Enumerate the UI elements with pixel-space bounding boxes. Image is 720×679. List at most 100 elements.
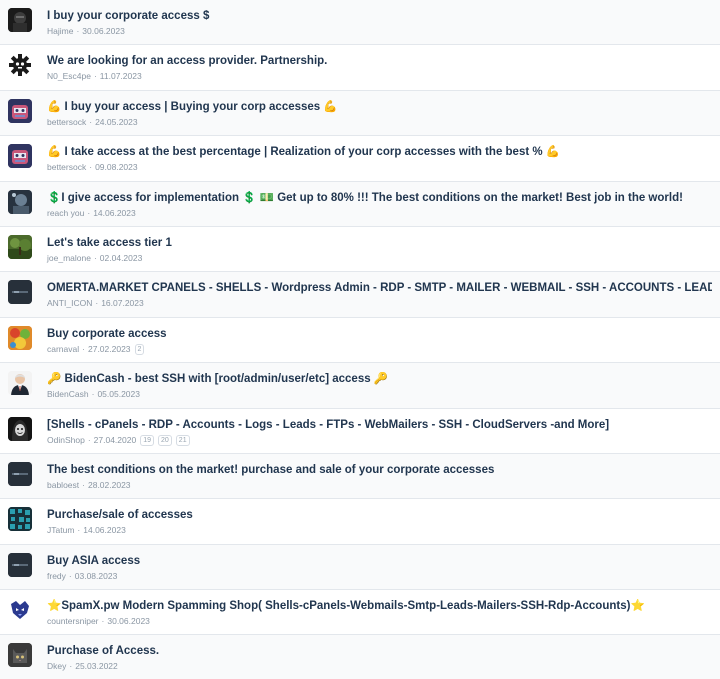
- thread-author-link[interactable]: Dkey: [47, 661, 66, 672]
- thread-title-link[interactable]: The best conditions on the market! purch…: [47, 463, 712, 477]
- thread-row[interactable]: 💪 I buy your access | Buying your corp a…: [0, 90, 720, 137]
- thread-content: Purchase/sale of accesses JTatum · 14.06.20…: [47, 508, 712, 536]
- thread-row[interactable]: 🔑 BidenCash - best SSH with [root/admin/…: [0, 363, 720, 409]
- thread-meta: ANTI_ICON · 16.07.2023: [47, 298, 712, 309]
- thread-content: 🔑 BidenCash - best SSH with [root/admin/…: [47, 372, 712, 400]
- thread-meta: JTatum · 14.06.2023: [47, 525, 712, 536]
- thread-author-link[interactable]: joe_malone: [47, 253, 91, 264]
- thread-title-link[interactable]: 💲I give access for implementation 💲 💵 Ge…: [47, 191, 712, 205]
- thread-row[interactable]: I buy your corporate access $ Hajime · 30.0…: [0, 0, 720, 46]
- thread-author-link[interactable]: ANTI_ICON: [47, 298, 92, 309]
- hooded-mask-avatar-icon[interactable]: [8, 416, 32, 441]
- thread-title-link[interactable]: Buy corporate access: [47, 327, 712, 341]
- thread-date: 27.02.2023: [87, 343, 131, 354]
- thread-author-link[interactable]: OdinShop: [47, 435, 85, 446]
- thread-title-link[interactable]: Let's take access tier 1: [47, 236, 712, 250]
- thread-author-link[interactable]: bettersock: [47, 162, 86, 173]
- thread-meta: Dkey · 25.03.2022: [47, 661, 712, 672]
- cat-avatar-icon[interactable]: [8, 643, 32, 668]
- forest-avatar-icon[interactable]: [8, 234, 32, 259]
- thread-row[interactable]: We are looking for an access provider. P…: [0, 45, 720, 91]
- thread-row[interactable]: [Shells - cPanels - RDP - Accounts - Log…: [0, 408, 720, 454]
- thread-author-link[interactable]: Hajime: [47, 26, 73, 37]
- dark-logo-avatar-icon[interactable]: [8, 280, 32, 305]
- gear-skull-avatar-icon[interactable]: [8, 53, 32, 78]
- meta-separator: ·: [69, 661, 73, 672]
- thread-date: 24.05.2023: [95, 116, 138, 127]
- colorful-avatar-icon[interactable]: [8, 325, 32, 350]
- thread-content: 💲I give access for implementation 💲 💵 Ge…: [47, 191, 712, 219]
- teal-pattern-avatar-icon[interactable]: [8, 507, 32, 532]
- thread-author-link[interactable]: fredy: [47, 571, 66, 582]
- thread-list: I buy your corporate access $ Hajime · 30.0…: [0, 0, 720, 679]
- thread-title-link[interactable]: ⭐SpamX.pw Modern Spamming Shop( Shells-c…: [47, 599, 712, 613]
- thread-content: The best conditions on the market! purch…: [47, 463, 712, 491]
- thread-meta: babloest · 28.02.2023: [47, 480, 712, 491]
- thread-row[interactable]: Purchase of Access. Dkey · 25.03.2022: [0, 635, 720, 679]
- thread-row[interactable]: 💲I give access for implementation 💲 💵 Ge…: [0, 181, 720, 227]
- suit-man-avatar-icon[interactable]: [8, 371, 32, 396]
- meta-separator: ·: [93, 71, 97, 82]
- meta-separator: ·: [87, 434, 91, 445]
- thread-meta: OdinShop · 27.04.2020 19 20 21: [47, 434, 712, 446]
- thread-title-link[interactable]: Buy ASIA access: [47, 554, 712, 568]
- thread-meta: countersniper · 30.06.2023: [47, 616, 712, 627]
- thread-content: OMERTA.MARKET CPANELS - SHELLS - Wordpre…: [47, 281, 712, 309]
- thread-content: Buy corporate access carnaval · 27.02.2023 2: [47, 327, 712, 355]
- meta-separator: ·: [68, 570, 72, 581]
- thread-author-link[interactable]: babloest: [47, 480, 79, 491]
- thread-author-link[interactable]: bettersock: [47, 117, 86, 128]
- thread-title-link[interactable]: I buy your corporate access $: [47, 9, 712, 23]
- thread-title-link[interactable]: We are looking for an access provider. P…: [47, 54, 712, 68]
- thread-row[interactable]: The best conditions on the market! purch…: [0, 453, 720, 500]
- page-number-link[interactable]: 21: [175, 434, 190, 446]
- dark-gamer-avatar-icon[interactable]: [8, 8, 32, 32]
- thread-row[interactable]: Purchase/sale of accesses JTatum · 14.06.20…: [0, 499, 720, 545]
- dark-logo-avatar-icon[interactable]: [8, 552, 32, 577]
- page-number-link[interactable]: 19: [140, 434, 154, 446]
- thread-title-link[interactable]: Purchase of Access.: [47, 644, 712, 658]
- thread-title-link[interactable]: 💪 I take access at the best percentage |…: [47, 145, 712, 159]
- thread-row[interactable]: ⭐SpamX.pw Modern Spamming Shop( Shells-c…: [0, 590, 720, 636]
- thread-author-link[interactable]: reach you: [47, 208, 84, 219]
- thread-row[interactable]: OMERTA.MARKET CPANELS - SHELLS - Wordpre…: [0, 272, 720, 318]
- meta-separator: ·: [91, 389, 95, 400]
- thread-title-link[interactable]: [Shells - cPanels - RDP - Accounts - Log…: [47, 418, 712, 432]
- meta-separator: ·: [89, 162, 93, 173]
- meta-separator: ·: [82, 479, 85, 490]
- thread-date: 03.08.2023: [74, 570, 118, 581]
- thread-meta: reach you · 14.06.2023: [47, 208, 712, 219]
- night-portrait-avatar-icon[interactable]: [8, 189, 32, 214]
- meta-separator: ·: [87, 207, 91, 218]
- meta-separator: ·: [101, 616, 105, 627]
- thread-date: 25.03.2022: [75, 661, 118, 672]
- meta-separator: ·: [77, 525, 81, 536]
- thread-author-link[interactable]: carnaval: [47, 344, 79, 355]
- meta-separator: ·: [95, 298, 99, 309]
- thread-row[interactable]: Buy ASIA access fredy · 03.08.2023: [0, 544, 720, 591]
- thread-author-link[interactable]: BidenCash: [47, 389, 89, 400]
- thread-row[interactable]: 💪 I take access at the best percentage |…: [0, 136, 720, 182]
- thread-title-link[interactable]: 💪 I buy your access | Buying your corp a…: [47, 100, 712, 114]
- thread-title-link[interactable]: OMERTA.MARKET CPANELS - SHELLS - Wordpre…: [47, 281, 712, 295]
- thread-author-link[interactable]: JTatum: [47, 525, 74, 536]
- dark-logo-avatar-icon[interactable]: [8, 461, 32, 486]
- page-number-link[interactable]: 2: [134, 343, 145, 355]
- thread-author-link[interactable]: countersniper: [47, 616, 99, 627]
- thread-title-link[interactable]: Purchase/sale of accesses: [47, 508, 712, 522]
- thread-row[interactable]: Buy corporate access carnaval · 27.02.2023 2: [0, 317, 720, 364]
- pink-robot-avatar-icon[interactable]: [8, 144, 32, 169]
- thread-meta: N0_Esc4pe · 11.07.2023: [47, 71, 712, 82]
- pink-robot-avatar-icon[interactable]: [8, 98, 32, 123]
- thread-date: 05.05.2023: [97, 389, 140, 400]
- thread-meta: bettersock · 09.08.2023: [47, 162, 712, 173]
- wolf-avatar-icon[interactable]: [8, 598, 32, 623]
- page-number-link[interactable]: 20: [158, 434, 172, 446]
- thread-content: We are looking for an access provider. P…: [47, 54, 712, 82]
- thread-title-link[interactable]: 🔑 BidenCash - best SSH with [root/admin/…: [47, 372, 712, 386]
- thread-author-link[interactable]: N0_Esc4pe: [47, 71, 91, 82]
- thread-date: 14.06.2023: [93, 207, 136, 218]
- thread-row[interactable]: Let's take access tier 1 joe_malone · 02.04…: [0, 226, 720, 273]
- thread-content: Buy ASIA access fredy · 03.08.2023: [47, 554, 712, 582]
- thread-date: 30.06.2023: [107, 616, 150, 627]
